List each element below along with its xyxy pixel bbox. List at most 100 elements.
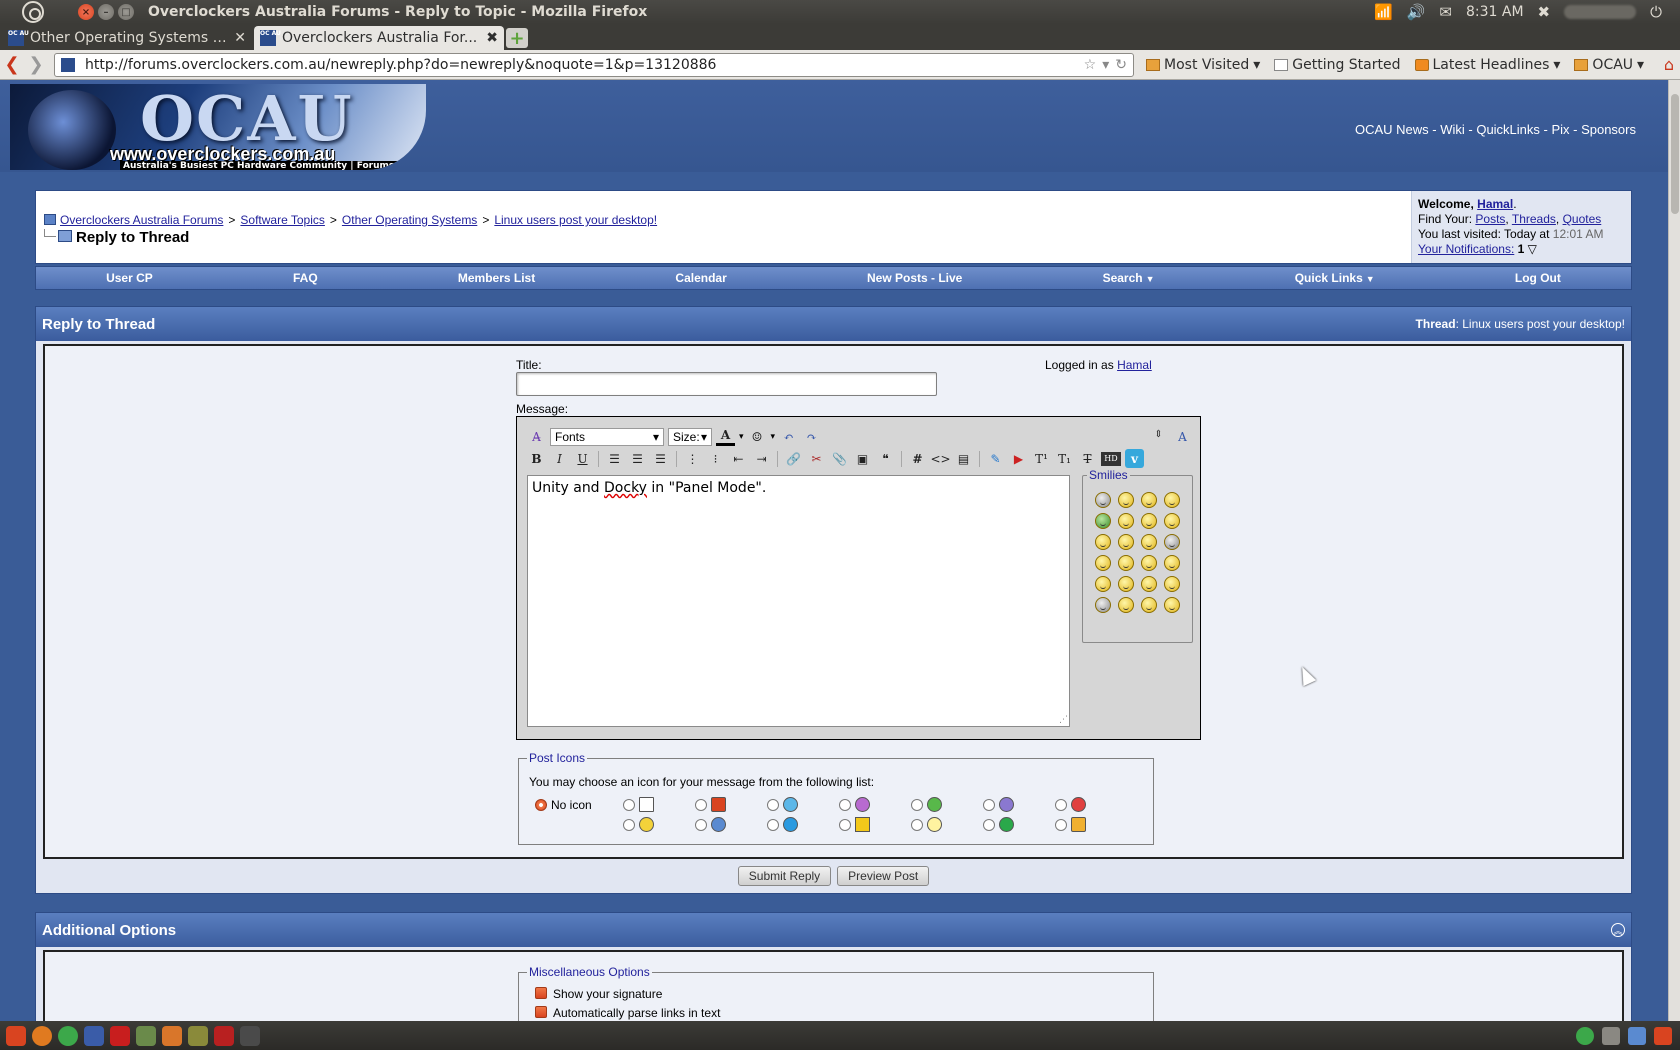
find-threads-link[interactable]: Threads <box>1512 212 1556 226</box>
post-icon-option[interactable] <box>839 817 911 832</box>
insert-spoiler-icon[interactable]: ✎ <box>986 449 1005 468</box>
tab-other-operating-systems[interactable]: OC AU Other Operating Systems - ... ✕ <box>2 26 252 50</box>
menu-faq[interactable]: FAQ <box>293 271 318 285</box>
dropdown-arrow-icon[interactable]: ▾ <box>771 432 776 442</box>
smilie-icon[interactable] <box>1118 534 1134 550</box>
close-icon[interactable]: ✕ <box>234 30 246 46</box>
smilie-icon[interactable] <box>1141 597 1157 613</box>
bookmark-ocau[interactable]: OCAU ▾ <box>1574 57 1644 73</box>
menu-search[interactable]: Search ▼ <box>1103 271 1155 285</box>
insert-attachment-icon[interactable]: 📎 <box>830 449 849 468</box>
power-icon[interactable]: ⏻ <box>1650 3 1662 21</box>
reload-icon[interactable]: ↻ <box>1115 57 1127 73</box>
files-icon[interactable] <box>84 1025 104 1046</box>
outdent-icon[interactable]: ⇤ <box>729 449 748 468</box>
checkbox-checked[interactable] <box>535 1006 547 1018</box>
post-icon-option-none[interactable]: No icon <box>535 798 623 812</box>
menu-members-list[interactable]: Members List <box>458 271 535 285</box>
username-blurred[interactable] <box>1564 5 1637 19</box>
unordered-list-icon[interactable]: ⁝ <box>706 449 725 468</box>
size-select[interactable]: Size: ▾ <box>668 427 712 446</box>
smilie-icon[interactable] <box>1118 597 1134 613</box>
switch-editor-mode-icon[interactable]: A <box>1173 427 1192 446</box>
smilie-icon[interactable] <box>1095 513 1111 529</box>
smilie-icon[interactable] <box>1164 576 1180 592</box>
smilie-icon[interactable] <box>1095 597 1111 613</box>
smilie-icon[interactable] <box>1164 492 1180 508</box>
window-maximize-button[interactable]: □ <box>118 4 134 20</box>
smilie-icon[interactable] <box>1141 534 1157 550</box>
bookmark-getting-started[interactable]: Getting Started <box>1274 57 1401 73</box>
folder-icon[interactable] <box>162 1025 182 1046</box>
session-icon[interactable]: ✖ <box>1538 3 1551 21</box>
bold-icon[interactable]: B <box>527 449 546 468</box>
radio-selected[interactable] <box>535 798 547 811</box>
breadcrumb-thread[interactable]: Linux users post your desktop! <box>494 213 657 227</box>
collapse-icon[interactable]: ︽ <box>1611 923 1625 937</box>
title-input[interactable] <box>516 372 937 396</box>
checkbox-checked[interactable] <box>535 987 547 999</box>
wifi-icon[interactable]: 📶 <box>1374 3 1393 21</box>
post-icon-option[interactable] <box>695 817 767 832</box>
font-select[interactable]: Fonts ▾ <box>550 427 664 446</box>
window-close-button[interactable]: × <box>78 4 94 20</box>
dropdown-arrow-icon[interactable]: ▾ <box>739 432 744 442</box>
remove-link-icon[interactable]: ✂ <box>807 449 826 468</box>
home-icon[interactable]: ⌂ <box>1664 55 1674 74</box>
message-textarea[interactable]: Unity and Docky in "Panel Mode". <box>527 475 1070 727</box>
smilie-icon[interactable] <box>1164 534 1180 550</box>
smilie-icon[interactable] <box>1118 513 1134 529</box>
terminal-icon[interactable] <box>136 1025 156 1046</box>
redo-icon[interactable]: ↷ <box>802 427 821 446</box>
find-quotes-link[interactable]: Quotes <box>1563 212 1602 226</box>
clock[interactable]: 8:31 AM <box>1466 4 1524 20</box>
align-left-icon[interactable]: ☰ <box>605 449 624 468</box>
logged-in-user-link[interactable]: Hamal <box>1117 358 1152 372</box>
chrome-icon[interactable] <box>58 1025 78 1046</box>
game-icon[interactable] <box>240 1025 260 1046</box>
smilie-icon[interactable] <box>1118 576 1134 592</box>
show-desktop-icon[interactable] <box>1654 1026 1672 1045</box>
menu-user-cp[interactable]: User CP <box>106 271 153 285</box>
forum-home-icon[interactable] <box>44 214 56 225</box>
text-color-icon[interactable]: A <box>716 427 735 446</box>
insert-smilie-icon[interactable]: ☺ <box>748 427 767 446</box>
new-tab-button[interactable]: + <box>506 28 528 49</box>
firefox-icon[interactable] <box>32 1025 52 1046</box>
menu-quick-links[interactable]: Quick Links ▼ <box>1295 271 1375 285</box>
post-icon-option[interactable] <box>623 797 695 812</box>
smilie-icon[interactable] <box>1141 576 1157 592</box>
smilie-icon[interactable] <box>1118 555 1134 571</box>
filezilla-icon[interactable] <box>110 1025 130 1046</box>
pdf-icon[interactable] <box>214 1025 234 1046</box>
tools-icon[interactable] <box>188 1025 208 1046</box>
smilie-icon[interactable] <box>1095 492 1111 508</box>
volume-icon[interactable]: 🔊 <box>1407 3 1426 21</box>
parse-links-option[interactable]: Automatically parse links in text <box>535 1006 720 1020</box>
post-icon-option[interactable] <box>911 817 983 832</box>
find-posts-link[interactable]: Posts <box>1475 212 1505 226</box>
bookmark-latest-headlines[interactable]: Latest Headlines ▾ <box>1414 57 1560 73</box>
breadcrumb-other-os[interactable]: Other Operating Systems <box>342 213 477 227</box>
smilie-icon[interactable] <box>1164 513 1180 529</box>
undo-icon[interactable]: ↶ <box>779 427 798 446</box>
menu-log-out[interactable]: Log Out <box>1515 271 1561 285</box>
trash-icon[interactable] <box>1602 1026 1620 1045</box>
page-scrollbar[interactable] <box>1668 80 1680 1021</box>
smilie-icon[interactable] <box>1095 576 1111 592</box>
hd-video-icon[interactable]: HD <box>1101 451 1121 466</box>
resize-editor-icon[interactable]: ⇕ <box>1149 425 1168 444</box>
submit-reply-button[interactable]: Submit Reply <box>737 866 832 886</box>
smilie-icon[interactable] <box>1141 513 1157 529</box>
breadcrumb-software-topics[interactable]: Software Topics <box>240 213 325 227</box>
notifications-link[interactable]: Your Notifications: <box>1418 242 1514 256</box>
workspace-icon[interactable] <box>1628 1026 1646 1045</box>
smilie-icon[interactable] <box>1118 492 1134 508</box>
site-identity-icon[interactable] <box>61 57 75 72</box>
wrap-code-icon[interactable]: # <box>908 449 927 468</box>
back-icon[interactable]: ❮ <box>0 54 24 75</box>
smilie-icon[interactable] <box>1095 534 1111 550</box>
smilie-icon[interactable] <box>1095 555 1111 571</box>
history-dropdown-icon[interactable]: ▾ <box>1102 57 1109 73</box>
wrap-html-icon[interactable]: <> <box>930 449 950 468</box>
